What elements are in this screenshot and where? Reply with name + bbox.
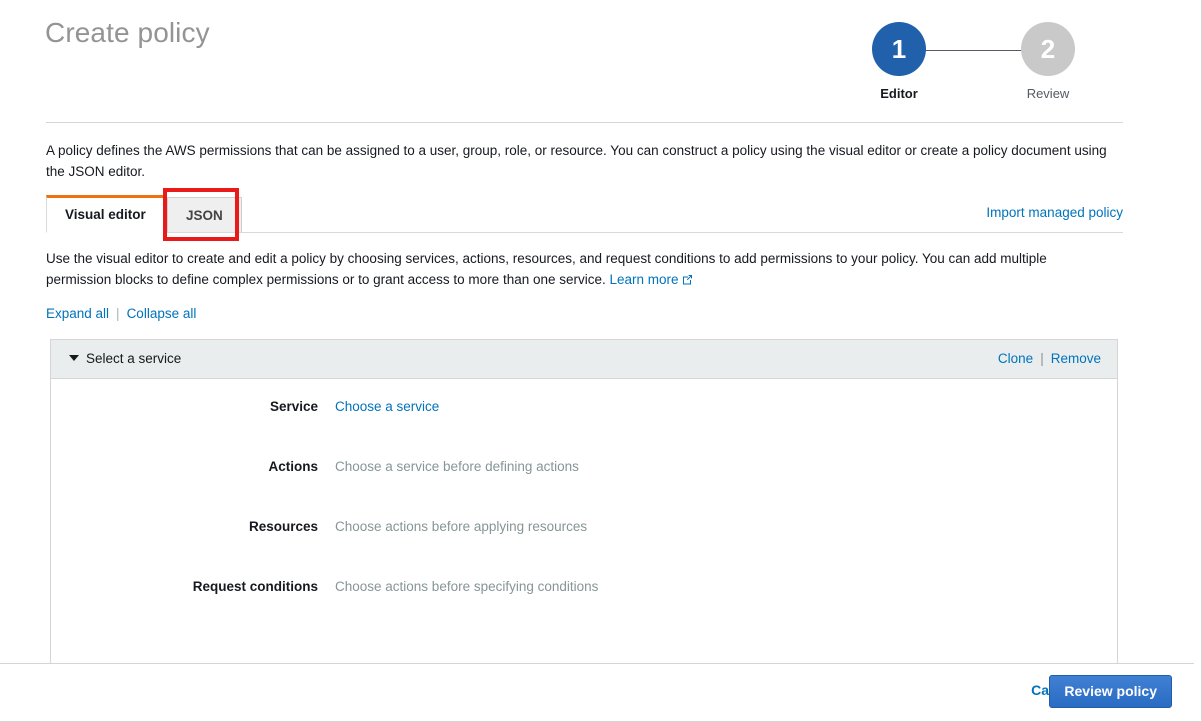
form-row-request-conditions: Request conditions Choose actions before…: [51, 577, 1117, 637]
step-number-badge-1: 1: [872, 22, 926, 76]
value-resources: Choose actions before applying resources: [335, 517, 587, 536]
external-link-icon: [682, 270, 693, 291]
label-service: Service: [51, 397, 318, 416]
step-number-badge-2: 2: [1021, 22, 1075, 76]
import-managed-policy-link[interactable]: Import managed policy: [986, 205, 1123, 220]
permission-block-panel: Select a service Clone|Remove Service Ch…: [50, 339, 1118, 664]
clone-link[interactable]: Clone: [998, 351, 1033, 366]
clone-remove-separator: |: [1033, 351, 1051, 366]
tab-json[interactable]: JSON: [167, 197, 242, 233]
step-label-review: Review: [988, 86, 1108, 101]
label-resources: Resources: [51, 517, 318, 536]
label-request-conditions: Request conditions: [51, 577, 318, 596]
page-title: Create policy: [45, 17, 210, 49]
collapse-all-link[interactable]: Collapse all: [127, 306, 197, 321]
step-label-editor: Editor: [839, 86, 959, 101]
chevron-down-icon: [69, 355, 79, 361]
tab-visual-editor[interactable]: Visual editor: [46, 195, 165, 233]
permission-block-body: Service Choose a service Actions Choose …: [51, 379, 1117, 663]
page-header: Create policy 1 Editor 2 Review: [0, 0, 1194, 123]
wizard-step-review[interactable]: 2 Review: [988, 22, 1108, 101]
form-row-service: Service Choose a service: [51, 397, 1117, 457]
create-policy-page: Create policy 1 Editor 2 Review A policy…: [0, 0, 1202, 722]
visual-editor-description: Use the visual editor to create and edit…: [46, 248, 1106, 291]
expand-all-link[interactable]: Expand all: [46, 306, 109, 321]
value-service: Choose a service: [335, 397, 439, 416]
header-divider: [46, 122, 1123, 123]
choose-a-service-link[interactable]: Choose a service: [335, 399, 439, 414]
value-actions: Choose a service before defining actions: [335, 457, 579, 476]
review-policy-button[interactable]: Review policy: [1049, 675, 1172, 708]
form-row-resources: Resources Choose actions before applying…: [51, 517, 1117, 577]
expand-collapse-controls: Expand all|Collapse all: [46, 306, 196, 321]
wizard-step-editor[interactable]: 1 Editor: [839, 22, 959, 101]
remove-link[interactable]: Remove: [1051, 351, 1101, 366]
editor-tab-strip: Visual editor JSON Import managed policy: [46, 195, 1123, 233]
label-actions: Actions: [51, 457, 318, 476]
wizard-step-indicator: 1 Editor 2 Review: [860, 22, 1110, 112]
form-row-actions: Actions Choose a service before defining…: [51, 457, 1117, 517]
permission-block-header: Select a service Clone|Remove: [51, 340, 1117, 379]
expand-collapse-separator: |: [109, 306, 127, 321]
value-request-conditions: Choose actions before specifying conditi…: [335, 577, 598, 596]
permission-block-toggle[interactable]: Select a service: [69, 340, 181, 378]
permission-block-actions: Clone|Remove: [998, 340, 1101, 378]
visual-editor-description-text: Use the visual editor to create and edit…: [46, 251, 1047, 287]
page-footer: Cancel Review policy: [0, 664, 1194, 721]
permission-block-title: Select a service: [86, 351, 181, 366]
intro-paragraph: A policy defines the AWS permissions tha…: [46, 140, 1126, 182]
learn-more-link[interactable]: Learn more: [610, 272, 679, 287]
